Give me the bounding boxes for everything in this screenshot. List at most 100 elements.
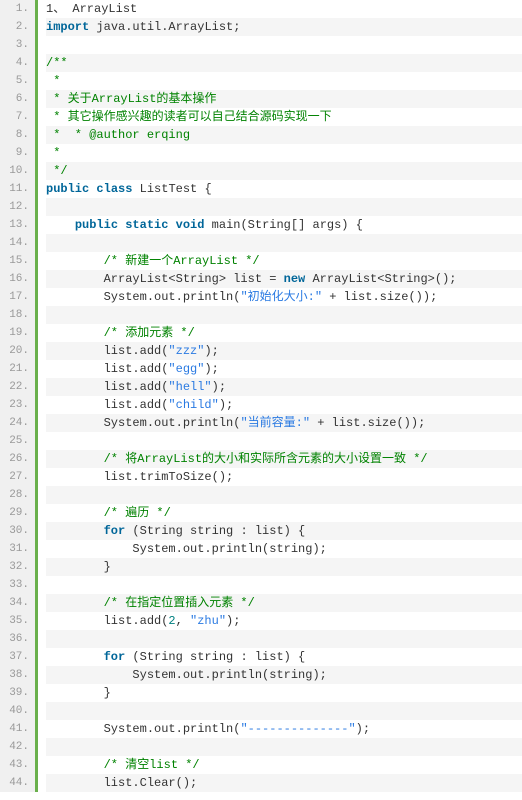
- token-keyword: for: [104, 524, 126, 538]
- line-number: 10.: [0, 162, 29, 180]
- token-keyword: static: [125, 218, 168, 232]
- token-plain: System.out.println(string);: [46, 668, 327, 682]
- line-number: 11.: [0, 180, 29, 198]
- token-plain: [46, 758, 104, 772]
- token-plain: );: [219, 398, 233, 412]
- token-plain: list.Clear();: [46, 776, 197, 790]
- line-number: 18.: [0, 306, 29, 324]
- token-comment: *: [46, 74, 60, 88]
- token-plain: (String string : list) {: [125, 650, 305, 664]
- token-plain: ArrayList<String>();: [305, 272, 456, 286]
- code-line: for (String string : list) {: [46, 648, 522, 666]
- code-line: list.Clear();: [46, 774, 522, 792]
- token-keyword: import: [46, 20, 89, 34]
- code-line: for (String string : list) {: [46, 522, 522, 540]
- token-comment: /* 在指定位置插入元素 */: [104, 596, 255, 610]
- code-line: list.trimToSize();: [46, 468, 522, 486]
- token-plain: ,: [176, 614, 190, 628]
- line-number: 27.: [0, 468, 29, 486]
- token-plain: System.out.println(: [46, 290, 240, 304]
- code-content: 1、 ArrayListimport java.util.ArrayList; …: [38, 0, 522, 792]
- token-string: "--------------": [240, 722, 355, 736]
- code-line: /* 清空list */: [46, 756, 522, 774]
- line-number: 5.: [0, 72, 29, 90]
- code-line: System.out.println("初始化大小:" + list.size(…: [46, 288, 522, 306]
- token-plain: [46, 650, 104, 664]
- line-number-gutter: 1.2.3.4.5.6.7.8.9.10.11.12.13.14.15.16.1…: [0, 0, 38, 792]
- code-line: System.out.println("当前容量:" + list.size()…: [46, 414, 522, 432]
- token-keyword: for: [104, 650, 126, 664]
- line-number: 21.: [0, 360, 29, 378]
- code-line: System.out.println("--------------");: [46, 720, 522, 738]
- line-number: 22.: [0, 378, 29, 396]
- token-plain: );: [226, 614, 240, 628]
- line-number: 44.: [0, 774, 29, 792]
- token-number: 2: [168, 614, 175, 628]
- token-plain: [46, 452, 104, 466]
- token-keyword: class: [96, 182, 132, 196]
- line-number: 14.: [0, 234, 29, 252]
- code-line: /* 新建一个ArrayList */: [46, 252, 522, 270]
- line-number: 24.: [0, 414, 29, 432]
- code-line: /* 将ArrayList的大小和实际所含元素的大小设置一致 */: [46, 450, 522, 468]
- code-line: System.out.println(string);: [46, 540, 522, 558]
- token-plain: [168, 218, 175, 232]
- token-plain: System.out.println(string);: [46, 542, 327, 556]
- token-comment: *: [46, 146, 60, 160]
- line-number: 31.: [0, 540, 29, 558]
- token-comment: /* 添加元素 */: [104, 326, 195, 340]
- token-string: "hell": [168, 380, 211, 394]
- token-string: "child": [168, 398, 218, 412]
- line-number: 8.: [0, 126, 29, 144]
- line-number: 41.: [0, 720, 29, 738]
- code-line: [46, 234, 522, 252]
- token-string: "zhu": [190, 614, 226, 628]
- token-plain: );: [204, 362, 218, 376]
- code-line: *: [46, 72, 522, 90]
- code-line: [46, 432, 522, 450]
- code-line: public static void main(String[] args) {: [46, 216, 522, 234]
- token-plain: [46, 326, 104, 340]
- code-line: [46, 198, 522, 216]
- code-block: 1.2.3.4.5.6.7.8.9.10.11.12.13.14.15.16.1…: [0, 0, 522, 792]
- token-plain: [46, 218, 75, 232]
- line-number: 36.: [0, 630, 29, 648]
- code-line: list.add("hell");: [46, 378, 522, 396]
- code-line: ArrayList<String> list = new ArrayList<S…: [46, 270, 522, 288]
- token-plain: (String string : list) {: [125, 524, 305, 538]
- token-string: "初始化大小:": [240, 290, 322, 304]
- token-keyword: public: [46, 182, 89, 196]
- line-number: 34.: [0, 594, 29, 612]
- token-string: "egg": [168, 362, 204, 376]
- token-plain: java.util.ArrayList;: [89, 20, 240, 34]
- line-number: 32.: [0, 558, 29, 576]
- line-number: 20.: [0, 342, 29, 360]
- line-number: 19.: [0, 324, 29, 342]
- token-plain: );: [356, 722, 370, 736]
- code-line: [46, 738, 522, 756]
- code-line: 1、 ArrayList: [46, 0, 522, 18]
- line-number: 25.: [0, 432, 29, 450]
- token-string: "zzz": [168, 344, 204, 358]
- code-line: */: [46, 162, 522, 180]
- token-comment: */: [46, 164, 68, 178]
- code-line: * 关于ArrayList的基本操作: [46, 90, 522, 108]
- code-line: list.add("zzz");: [46, 342, 522, 360]
- code-line: * 其它操作感兴趣的读者可以自己结合源码实现一下: [46, 108, 522, 126]
- code-line: [46, 36, 522, 54]
- line-number: 23.: [0, 396, 29, 414]
- token-plain: [46, 254, 104, 268]
- code-line: }: [46, 684, 522, 702]
- line-number: 30.: [0, 522, 29, 540]
- line-number: 13.: [0, 216, 29, 234]
- token-plain: list.add(: [46, 362, 168, 376]
- token-plain: ArrayList<String> list =: [46, 272, 284, 286]
- token-comment: /* 将ArrayList的大小和实际所含元素的大小设置一致 */: [104, 452, 428, 466]
- code-line: /* 遍历 */: [46, 504, 522, 522]
- code-line: [46, 486, 522, 504]
- token-keyword: new: [284, 272, 306, 286]
- token-comment: /* 新建一个ArrayList */: [104, 254, 260, 268]
- line-number: 3.: [0, 36, 29, 54]
- token-comment: * * @author erqing: [46, 128, 190, 142]
- token-plain: );: [204, 344, 218, 358]
